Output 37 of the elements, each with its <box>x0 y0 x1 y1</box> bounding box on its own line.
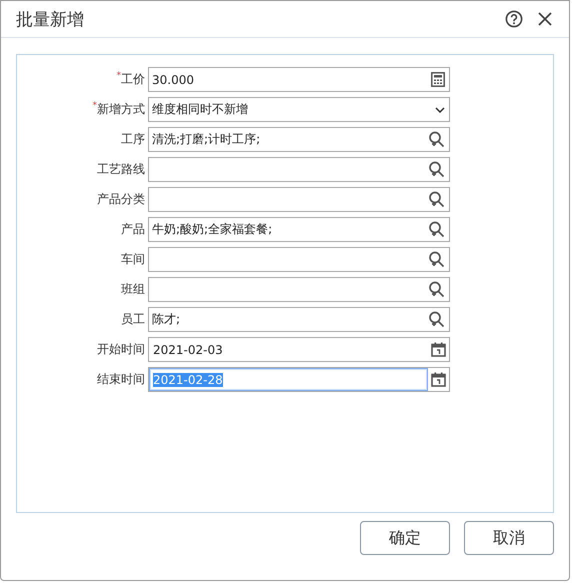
dialog-button[interactable]: 确定 <box>360 521 450 555</box>
close-icon[interactable] <box>537 11 553 27</box>
field-label: 班组 <box>121 281 145 298</box>
search-icon[interactable] <box>428 191 445 208</box>
calendar-icon[interactable] <box>431 372 446 387</box>
search-icon[interactable] <box>428 221 445 238</box>
search-icon[interactable] <box>428 281 445 298</box>
required-mark: * <box>92 101 97 111</box>
search-icon[interactable] <box>428 251 445 268</box>
search-icon[interactable] <box>428 131 445 148</box>
field-label: 员工 <box>121 311 145 328</box>
field-label: 新增方式 <box>97 101 145 118</box>
input-field[interactable]: 30.000 <box>148 67 450 92</box>
input-field[interactable]: 陈才; <box>148 307 450 332</box>
input-field[interactable] <box>148 277 450 302</box>
input-field[interactable] <box>148 187 450 212</box>
input-field[interactable]: 牛奶;酸奶;全家福套餐; <box>148 217 450 242</box>
select-field[interactable]: 维度相同时不新增 <box>148 97 450 122</box>
field-label: 车间 <box>121 251 145 268</box>
field-label: 工艺路线 <box>97 161 145 178</box>
field-label: 结束时间 <box>97 371 145 388</box>
input-field[interactable]: 清洗;打磨;计时工序; <box>148 127 450 152</box>
field-label: 工序 <box>121 131 145 148</box>
search-icon[interactable] <box>428 311 445 328</box>
dialog-title: 批量新增 <box>16 8 85 30</box>
calculator-icon[interactable] <box>431 72 445 87</box>
field-label: 产品分类 <box>97 191 145 208</box>
field-label: 工价 <box>121 71 145 88</box>
field-label: 开始时间 <box>97 341 145 358</box>
field-label: 产品 <box>121 221 145 238</box>
required-mark: * <box>116 71 121 81</box>
dialog-button[interactable]: 取消 <box>464 521 554 555</box>
input-field[interactable] <box>148 247 450 272</box>
chevron-down-icon <box>435 106 445 112</box>
input-field[interactable] <box>148 157 450 182</box>
search-icon[interactable] <box>428 161 445 178</box>
help-icon[interactable] <box>505 10 523 28</box>
